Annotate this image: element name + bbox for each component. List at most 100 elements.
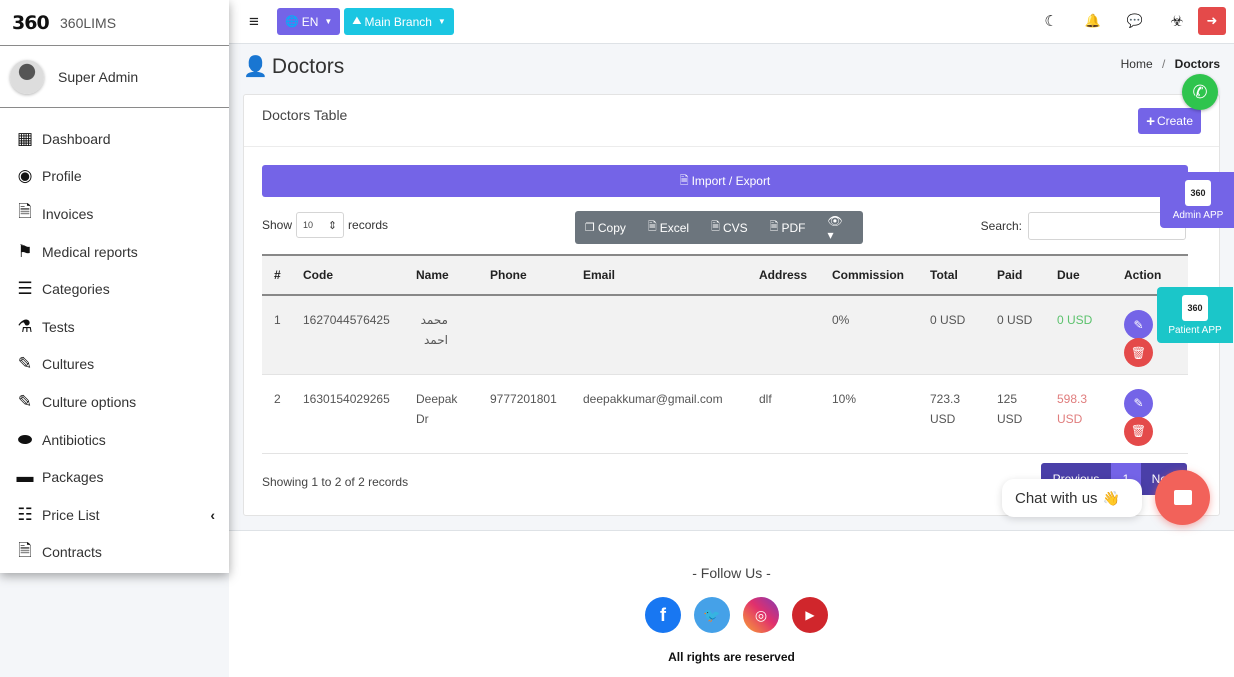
menu-toggle-icon[interactable]: ≡ xyxy=(249,12,269,32)
branch-dropdown[interactable]: ⛰ Main Branch ▼ xyxy=(344,8,454,35)
sidebar-item-profile[interactable]: ◉ Profile xyxy=(0,158,229,196)
avatar xyxy=(10,59,44,94)
pdf-label: PDF xyxy=(781,220,806,235)
chat-icon[interactable]: 💬 xyxy=(1114,7,1156,35)
wave-emoji-icon: 👋 xyxy=(1102,489,1120,506)
live-chat-button[interactable] xyxy=(1155,470,1210,525)
sidebar-item-label: Invoices xyxy=(42,205,94,222)
excel-button[interactable]: 🗎 Excel xyxy=(648,218,689,237)
branch-label: Main Branch xyxy=(364,14,432,29)
copy-icon: ❐ xyxy=(585,222,595,234)
whatsapp-button[interactable]: ✆ xyxy=(1182,74,1218,110)
user-panel[interactable]: Super Admin xyxy=(0,46,229,108)
copy-label: Copy xyxy=(597,220,626,235)
sidebar-item-label: Packages xyxy=(42,469,104,486)
card-header: Doctors Table + Create xyxy=(244,95,1219,147)
records-per-page-select[interactable]: 10 ⇕ xyxy=(296,212,345,238)
sidebar: 360 360LIMS Super Admin ▦ Dashboard ◉ Profi… xyxy=(0,0,229,573)
page-title: 👤 Doctors xyxy=(243,54,344,79)
cell-phone xyxy=(478,295,571,374)
language-label: EN xyxy=(301,14,319,29)
cell-paid: 125 USD xyxy=(997,391,1023,426)
trash-icon: 🗑 xyxy=(1130,345,1147,360)
patient-app-link[interactable]: 360 Patient APP xyxy=(1157,287,1233,343)
cell-address: dlf xyxy=(759,391,772,406)
admin-app-link[interactable]: 360 Admin APP xyxy=(1160,172,1234,228)
col-phone[interactable]: Phone xyxy=(478,255,571,295)
sidebar-item-antibiotics[interactable]: ⬬ Antibiotics xyxy=(0,421,229,459)
cell-num: 2 xyxy=(274,391,281,406)
biohazard-icon[interactable]: ☣ xyxy=(1156,7,1198,35)
cell-email: deepakkumar@gmail.com xyxy=(583,391,723,406)
col-paid[interactable]: Paid xyxy=(985,255,1045,295)
edit-button[interactable]: ✎ xyxy=(1124,310,1153,339)
records-length: Show 10 ⇕ records xyxy=(262,212,388,238)
sidebar-item-invoices[interactable]: 🗎 Invoices xyxy=(0,195,229,233)
pdf-button[interactable]: 🗎 PDF xyxy=(770,218,806,237)
sidebar-item-packages[interactable]: ▬ Packages xyxy=(0,458,229,496)
col-code[interactable]: Code xyxy=(291,255,404,295)
import-export-button[interactable]: 🗎 Import / Export xyxy=(262,165,1188,197)
cell-commission: 0% xyxy=(832,313,850,327)
cell-due: 598.3 USD xyxy=(1057,391,1088,426)
sidebar-item-culture-options[interactable]: ✎ Culture options xyxy=(0,383,229,421)
sidebar-item-label: Categories xyxy=(42,281,110,298)
sidebar-item-label: Culture options xyxy=(42,393,137,410)
sidebar-item-price-list[interactable]: ☷ Price List ‹ xyxy=(0,496,229,534)
records-label: records xyxy=(348,218,389,232)
sidebar-item-label: Cultures xyxy=(42,356,95,373)
sidebar-item-label: Dashboard xyxy=(42,130,111,147)
copyright-text: All rights are reserved xyxy=(668,650,795,664)
logout-button[interactable]: ➜ xyxy=(1198,7,1226,35)
sidebar-item-dashboard[interactable]: ▦ Dashboard xyxy=(0,120,229,158)
breadcrumb-current: Doctors xyxy=(1174,57,1220,71)
col-name[interactable]: Name xyxy=(404,255,478,295)
sidebar-item-label: Medical reports xyxy=(42,243,138,260)
table-info: Showing 1 to 2 of 2 records xyxy=(262,475,409,489)
col-commission[interactable]: Commission xyxy=(820,255,918,295)
flag-icon: ⚑ xyxy=(17,241,33,261)
copy-button[interactable]: ❐ Copy xyxy=(585,221,626,235)
instagram-icon[interactable]: ◎ xyxy=(743,597,779,633)
globe-icon: 🌐 xyxy=(285,16,299,28)
language-dropdown[interactable]: 🌐 EN ▼ xyxy=(277,8,341,35)
col-address[interactable]: Address xyxy=(747,255,820,295)
col-num[interactable]: # xyxy=(262,255,291,295)
sidebar-item-contracts[interactable]: 🗎 Contracts xyxy=(0,534,229,572)
youtube-icon[interactable]: ▶ xyxy=(792,597,828,633)
sidebar-item-label: Antibiotics xyxy=(42,431,106,448)
cell-name: محمد احمد xyxy=(420,313,448,347)
breadcrumb-home[interactable]: Home xyxy=(1121,57,1153,71)
col-due[interactable]: Due xyxy=(1045,255,1112,295)
sidebar-item-categories[interactable]: ☰ Categories xyxy=(0,270,229,308)
twitter-icon[interactable]: 🐦 xyxy=(694,597,730,633)
col-total[interactable]: Total xyxy=(918,255,985,295)
excel-file-icon: 🗎 xyxy=(679,174,689,187)
sidebar-item-cultures[interactable]: ✎ Cultures xyxy=(0,346,229,384)
moon-icon[interactable]: ☾ xyxy=(1030,7,1072,35)
cell-name: Deepak Dr xyxy=(416,391,458,426)
footer: - Follow Us - f 🐦 ◎ ▶ All rights are res… xyxy=(229,531,1234,677)
sidebar-item-tests[interactable]: ⚗ Tests xyxy=(0,308,229,346)
chat-with-us-bubble[interactable]: Chat with us 👋 xyxy=(1002,479,1142,517)
facebook-icon[interactable]: f xyxy=(645,597,681,633)
sidebar-item-medical-reports[interactable]: ⚑ Medical reports xyxy=(0,233,229,271)
delete-button[interactable]: 🗑 xyxy=(1124,338,1153,367)
social-links: f 🐦 ◎ ▶ xyxy=(645,597,841,633)
brand[interactable]: 360 360LIMS xyxy=(0,0,229,46)
delete-button[interactable]: 🗑 xyxy=(1124,416,1153,446)
bell-icon[interactable]: 🔔 xyxy=(1072,7,1114,35)
brand-name: 360LIMS xyxy=(60,14,117,31)
create-button[interactable]: + Create xyxy=(1138,108,1201,134)
csv-button[interactable]: 🗎 CVS xyxy=(711,218,748,237)
pills-icon: ⬬ xyxy=(17,429,33,449)
admin-app-logo: 360 xyxy=(1185,179,1211,206)
cell-total: 723.3 USD xyxy=(930,391,961,426)
breadcrumb-separator: / xyxy=(1161,57,1166,71)
spinner-icon: ⇕ xyxy=(327,219,338,232)
edit-button[interactable]: ✎ xyxy=(1124,388,1153,418)
grid-icon: ▦ xyxy=(16,128,34,148)
col-email[interactable]: Email xyxy=(571,255,747,295)
chevron-left-icon[interactable]: ‹ xyxy=(210,507,215,523)
column-visibility-button[interactable]: 👁 ▾ xyxy=(828,214,843,242)
